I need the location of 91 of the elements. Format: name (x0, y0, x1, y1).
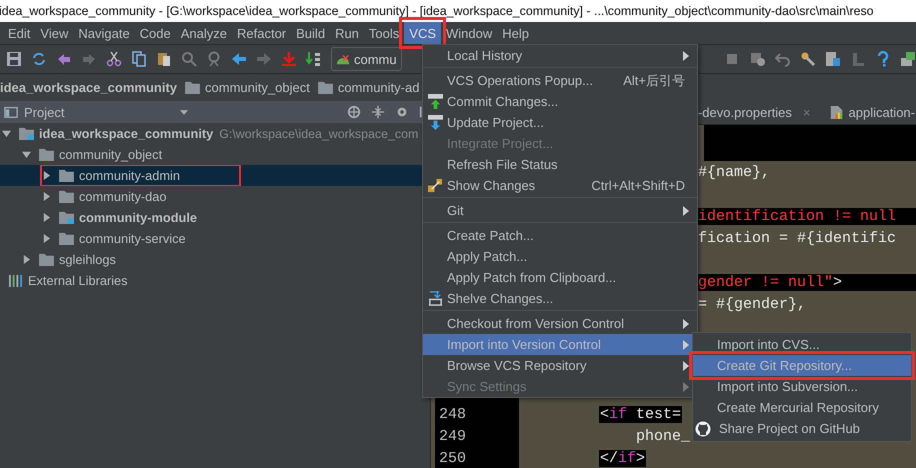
folder-icon (39, 148, 54, 161)
menu-item[interactable]: Shelve Changes... (423, 288, 697, 309)
vcs-up-arrow-icon (428, 94, 442, 109)
project-path: G:\workspace\idea_workspace_com (219, 126, 418, 140)
menu-item[interactable]: Local History (423, 45, 697, 66)
help-icon[interactable] (875, 51, 891, 67)
sort-icon[interactable] (306, 51, 322, 67)
history-icon[interactable] (750, 51, 766, 67)
menu-item[interactable]: Git (423, 200, 697, 221)
github-icon (695, 420, 711, 436)
collapsed-arrow-icon[interactable] (42, 192, 51, 201)
collapsed-arrow-icon[interactable] (22, 255, 31, 264)
code-line: = #{gender}, (697, 296, 808, 312)
tree-item[interactable]: community-admin (43, 167, 238, 184)
tree-item[interactable]: community_object (37, 146, 166, 163)
window-title: idea_workspace_community - [G:\workspace\idea_workspace_community] - [idea_workspace_community] - ...\community_object\community-dao\src\main\reso (0, 4, 874, 18)
menu-item[interactable]: Code (134, 22, 176, 44)
code-line: fication = #{identific (697, 230, 898, 246)
settings-icon[interactable] (395, 105, 409, 119)
menu-item[interactable]: VCS (404, 22, 442, 44)
code-line: phone_ (635, 428, 692, 444)
menu-item[interactable]: VCS Operations Popup... Alt+后引号 (423, 70, 697, 91)
breadcrumb-item[interactable]: community_object (185, 80, 310, 95)
module-folder-icon (59, 211, 74, 224)
folder-icon (59, 190, 74, 203)
folder-icon (318, 81, 333, 94)
folder-icon (39, 253, 54, 266)
line-number: 248 (439, 406, 466, 422)
menu-item[interactable]: Refactor (232, 22, 292, 44)
back-icon[interactable] (231, 51, 247, 67)
paste-icon[interactable] (156, 51, 172, 67)
menu-item[interactable]: Analyze (176, 22, 232, 44)
menu-item[interactable]: Navigate (73, 22, 135, 44)
expanded-arrow-icon[interactable] (2, 129, 11, 138)
menu-item[interactable]: Share Project on GitHub (693, 418, 911, 439)
sdk-icon[interactable] (900, 51, 916, 67)
search-icon[interactable] (181, 51, 197, 67)
tree-item[interactable]: community-service (57, 230, 190, 247)
sync-icon[interactable] (31, 51, 47, 67)
folder-icon (185, 81, 200, 94)
line-number: 249 (439, 428, 466, 444)
panel-icon (4, 105, 18, 119)
undo-icon[interactable] (56, 51, 72, 67)
diff-icon (428, 178, 442, 193)
download-icon[interactable] (281, 51, 297, 67)
folder-icon (59, 169, 74, 182)
save-icon[interactable] (6, 51, 22, 67)
breadcrumb-item[interactable]: community-ad (318, 80, 420, 95)
expanded-arrow-icon[interactable] (22, 150, 31, 159)
structure-icon[interactable] (825, 51, 841, 67)
menu-item[interactable]: Commit Changes... (423, 91, 697, 112)
menu-item[interactable]: Edit (3, 22, 36, 44)
editor-tab[interactable]: -devo.properties × (698, 105, 810, 120)
menu-item[interactable]: Tools (364, 22, 404, 44)
menu-item[interactable]: Window (441, 22, 498, 44)
dropdown-caret-icon[interactable] (180, 110, 188, 114)
collapsed-arrow-icon[interactable] (42, 234, 51, 243)
panel-title[interactable]: Project (24, 104, 64, 120)
copy-icon[interactable] (131, 51, 147, 67)
module-folder-icon (19, 127, 34, 140)
locate-icon[interactable] (347, 105, 361, 119)
android-icon (336, 52, 350, 66)
breadcrumb-item[interactable]: idea_workspace_community (0, 80, 178, 95)
menu-item[interactable]: Import into Subversion... (693, 376, 911, 397)
vcs-down-arrow-icon (428, 115, 442, 130)
tree-item[interactable]: idea_workspace_community (17, 125, 218, 142)
code-line: #{name}, (697, 164, 772, 180)
menu-item[interactable]: Run (330, 22, 364, 44)
tree-item[interactable]: community-module (57, 209, 202, 226)
line-number: 250 (439, 450, 466, 466)
revert-icon[interactable] (775, 51, 791, 67)
collapsed-arrow-icon[interactable] (42, 213, 51, 222)
wrench-icon[interactable] (800, 51, 816, 67)
cut-icon[interactable] (106, 51, 122, 67)
menu-item[interactable]: Help (497, 22, 534, 44)
menu-item[interactable]: Checkout from Version Control (423, 313, 697, 334)
replace-icon[interactable] (206, 51, 222, 67)
menu-item[interactable]: Create Mercurial Repository (693, 397, 911, 418)
tree-item[interactable]: External Libraries (6, 272, 132, 289)
editor-tab[interactable]: application- (828, 105, 915, 120)
file-icon (828, 106, 844, 119)
menu-item[interactable]: Build (291, 22, 330, 44)
collapse-icon[interactable] (371, 105, 385, 119)
shelf-icon (428, 291, 442, 306)
menu-item[interactable]: View (35, 22, 74, 44)
collapsed-arrow-icon[interactable] (42, 171, 51, 180)
library-icon (8, 274, 23, 287)
tree-item[interactable]: sgleihlogs (37, 251, 120, 268)
run-config-dropdown[interactable]: commu (331, 47, 402, 71)
tree-item[interactable]: community-dao (57, 188, 170, 205)
folder-icon (59, 232, 74, 245)
